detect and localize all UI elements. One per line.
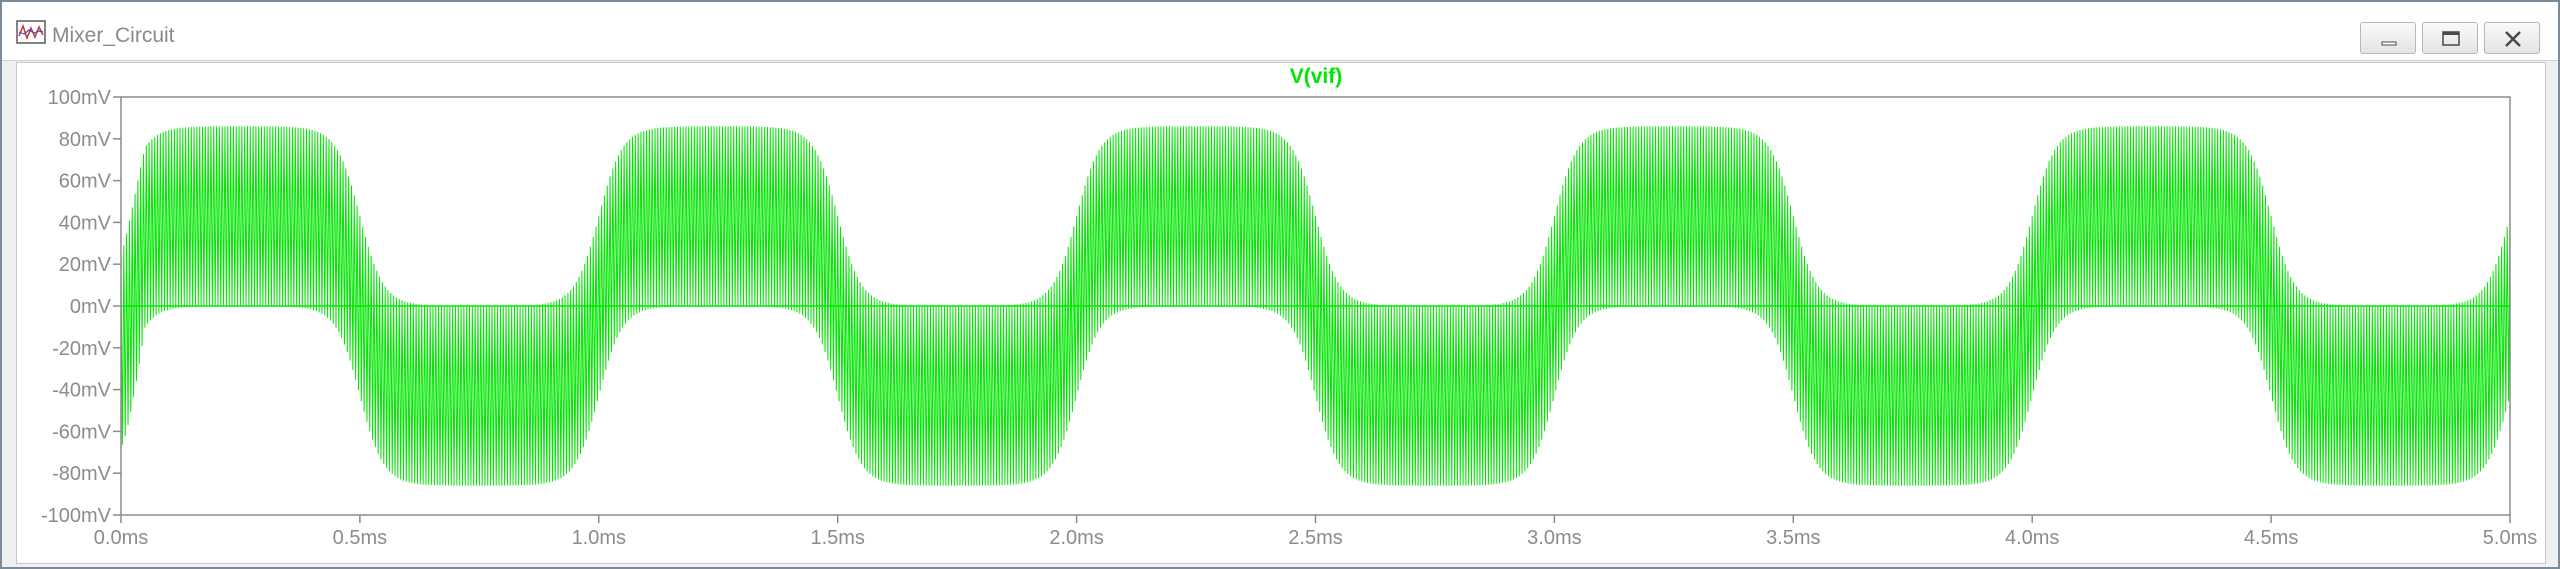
waveform-chart[interactable]: V(vif) 100mV 80mV 60mV 40mV 20mV 0mV -20mV -40m… xyxy=(17,63,2545,563)
minimize-button[interactable] xyxy=(2360,22,2416,54)
minimize-icon xyxy=(2381,41,2397,46)
y-tick-label: 40mV xyxy=(59,212,112,234)
y-tick-label: -100mV xyxy=(41,505,112,527)
y-tick-label: 60mV xyxy=(59,171,112,193)
close-button[interactable] xyxy=(2484,22,2540,54)
x-tick-label: 0.0ms xyxy=(94,527,148,549)
y-tick-label: -20mV xyxy=(52,338,112,360)
y-tick-label: -40mV xyxy=(52,380,112,402)
x-tick-label: 5.0ms xyxy=(2483,527,2537,549)
y-tick-label: -80mV xyxy=(52,463,112,485)
trace-title[interactable]: V(vif) xyxy=(1290,65,1343,88)
window-title: Mixer_Circuit xyxy=(52,24,175,47)
x-axis: 0.0ms 0.5ms 1.0ms 1.5ms 2.0ms 2.5ms 3.0ms 3.5ms… xyxy=(94,515,2537,549)
trace-layer xyxy=(120,126,2511,486)
waveform-window: Mixer_Circuit V(vif) 100mV 80mV 60mV 40mV 20… xyxy=(0,0,2560,569)
x-tick-label: 4.0ms xyxy=(2005,527,2059,549)
x-tick-label: 3.5ms xyxy=(1766,527,1820,549)
y-tick-label: -60mV xyxy=(52,421,112,443)
x-tick-label: 2.0ms xyxy=(1049,527,1103,549)
close-icon xyxy=(2505,31,2521,47)
y-axis: 100mV 80mV 60mV 40mV 20mV 0mV -20mV -40mV -60mV -… xyxy=(41,87,121,527)
x-tick-label: 4.5ms xyxy=(2244,527,2298,549)
x-tick-label: 0.5ms xyxy=(333,527,387,549)
y-tick-label: 100mV xyxy=(48,87,112,109)
y-tick-label: 20mV xyxy=(59,254,112,276)
waveform-viewer-icon xyxy=(16,20,46,44)
maximize-icon xyxy=(2442,31,2460,46)
maximize-button[interactable] xyxy=(2422,22,2478,54)
x-tick-label: 1.0ms xyxy=(572,527,626,549)
x-tick-label: 1.5ms xyxy=(810,527,864,549)
plot-pane[interactable]: V(vif) 100mV 80mV 60mV 40mV 20mV 0mV -20mV -40m… xyxy=(16,62,2546,564)
title-bar[interactable]: Mixer_Circuit xyxy=(2,2,2558,61)
y-tick-label: 0mV xyxy=(70,296,112,318)
y-tick-label: 80mV xyxy=(59,129,112,151)
x-tick-label: 2.5ms xyxy=(1288,527,1342,549)
x-tick-label: 3.0ms xyxy=(1527,527,1581,549)
